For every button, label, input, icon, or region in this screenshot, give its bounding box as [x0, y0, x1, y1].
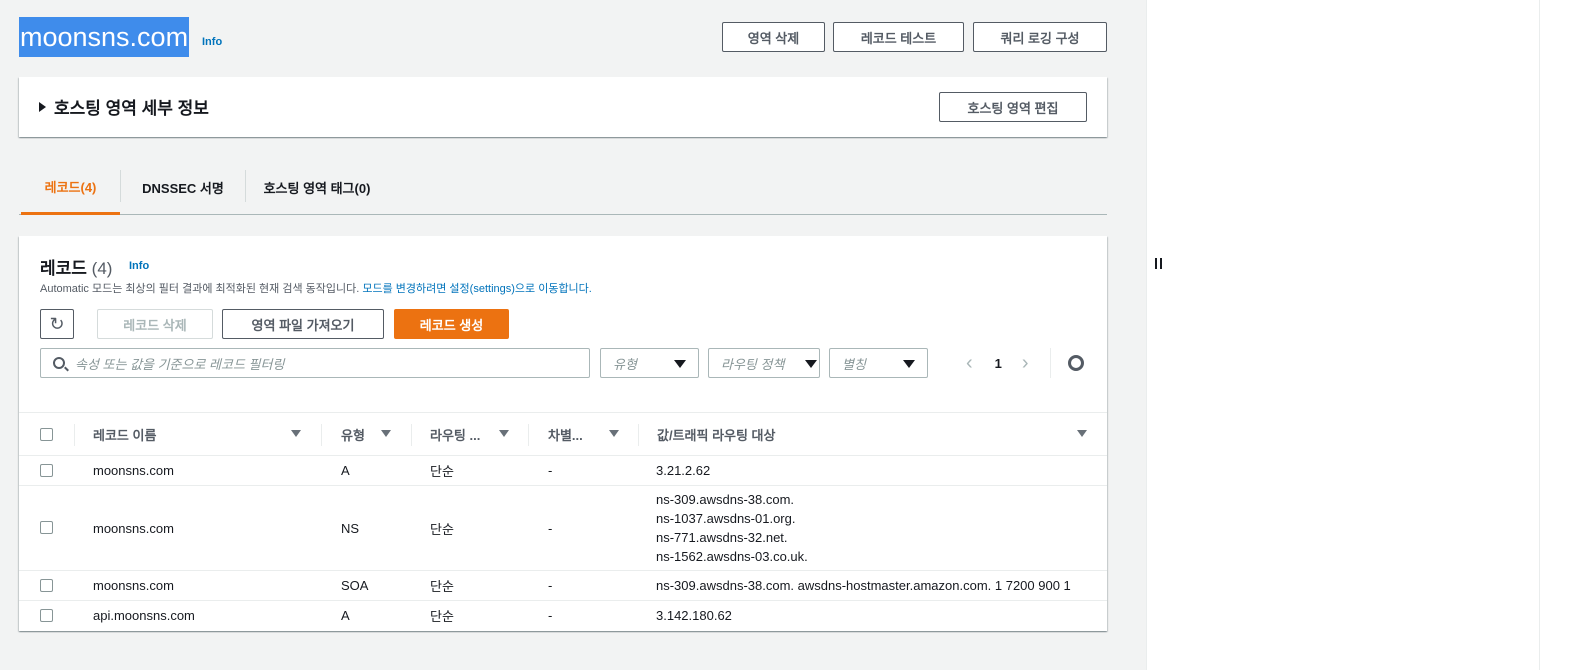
gear-icon: [1068, 355, 1084, 371]
table-row[interactable]: moonsns.com A 단순 - 3.21.2.62: [19, 456, 1107, 486]
record-routing: 단순: [430, 579, 454, 594]
record-type: A: [341, 608, 350, 623]
caret-right-icon: [39, 101, 46, 112]
edit-hosted-zone-button[interactable]: 호스팅 영역 편집: [939, 92, 1087, 122]
column-divider: [411, 424, 412, 446]
record-type: A: [341, 463, 350, 478]
page-title: moonsns.com: [19, 17, 190, 57]
column-header-value[interactable]: 값/트래픽 라우팅 대상: [657, 413, 775, 455]
settings-button[interactable]: [1065, 352, 1087, 374]
pagination: ‹ 1 ›: [966, 348, 1029, 378]
zone-info-link[interactable]: Info: [202, 36, 222, 48]
delete-zone-button[interactable]: 영역 삭제: [722, 22, 825, 52]
search-input[interactable]: 속성 또는 값을 기준으로 레코드 필터링: [40, 348, 590, 378]
row-checkbox[interactable]: [40, 579, 53, 592]
chevron-left-icon[interactable]: ‹: [966, 352, 973, 375]
record-differentiator: -: [548, 578, 553, 593]
test-record-button[interactable]: 레코드 테스트: [833, 22, 964, 52]
sort-icon[interactable]: [609, 430, 619, 437]
table-row[interactable]: api.moonsns.com A 단순 - 3.142.180.62: [19, 601, 1107, 631]
records-description: Automatic 모드는 최상의 필터 결과에 최적화된 현재 검색 동작입니…: [40, 283, 592, 295]
row-checkbox[interactable]: [40, 521, 53, 534]
record-values: ns-309.awsdns-38.com. ns-1037.awsdns-01.…: [656, 492, 808, 564]
select-all-checkbox[interactable]: [40, 428, 53, 441]
panel-divider: [1539, 0, 1540, 670]
column-divider: [528, 424, 529, 446]
record-name: moonsns.com: [93, 520, 174, 536]
table-row[interactable]: moonsns.com NS 단순 - ns-309.awsdns-38.com…: [19, 486, 1107, 571]
tab-dnssec[interactable]: DNSSEC 서명: [121, 160, 245, 214]
hosted-zone-details-panel: 호스팅 영역 세부 정보 호스팅 영역 편집: [19, 77, 1107, 137]
create-record-button[interactable]: 레코드 생성: [394, 309, 509, 339]
record-values: ns-309.awsdns-38.com. awsdns-hostmaster.…: [656, 578, 1071, 593]
sort-icon[interactable]: [381, 430, 391, 437]
record-differentiator: -: [548, 463, 553, 478]
column-divider: [74, 424, 75, 446]
tab-divider: [245, 170, 246, 202]
column-divider: [638, 424, 639, 446]
records-count: (4): [91, 259, 113, 278]
import-zone-file-button[interactable]: 영역 파일 가져오기: [222, 309, 384, 339]
details-title: 호스팅 영역 세부 정보: [54, 99, 209, 118]
toolbar-divider: [1050, 348, 1051, 378]
side-panel: [1146, 0, 1590, 670]
tab-bar: 레코드(4) DNSSEC 서명 호스팅 영역 태그(0): [19, 160, 1107, 215]
table-row[interactable]: moonsns.com SOA 단순 - ns-309.awsdns-38.co…: [19, 571, 1107, 601]
record-name: moonsns.com: [93, 463, 174, 478]
caret-down-icon: [805, 360, 817, 368]
column-header-differentiator[interactable]: 차별...: [548, 413, 583, 455]
caret-down-icon: [903, 360, 915, 368]
tab-records[interactable]: 레코드(4): [21, 160, 120, 215]
sort-icon[interactable]: [499, 430, 509, 437]
type-filter-select[interactable]: 유형: [600, 348, 699, 378]
tab-tags[interactable]: 호스팅 영역 태그(0): [247, 160, 387, 214]
records-title: 레코드 (4): [40, 259, 113, 278]
record-name: api.moonsns.com: [93, 608, 195, 623]
routing-filter-select[interactable]: 라우팅 정책: [708, 348, 820, 378]
search-icon: [53, 357, 65, 369]
row-checkbox[interactable]: [40, 609, 53, 622]
record-differentiator: -: [548, 608, 553, 623]
record-values: 3.21.2.62: [656, 463, 711, 478]
settings-link[interactable]: 모드를 변경하려면 설정(settings)으로 이동합니다.: [362, 283, 592, 295]
record-values: 3.142.180.62: [656, 608, 732, 623]
column-header-type[interactable]: 유형: [341, 413, 365, 455]
refresh-button[interactable]: ↻: [40, 309, 74, 339]
caret-down-icon: [674, 360, 686, 368]
record-differentiator: -: [548, 520, 553, 536]
main-content: moonsns.com Info 영역 삭제 레코드 테스트 쿼리 로깅 구성 …: [0, 0, 1146, 670]
record-type: NS: [341, 520, 360, 536]
table-header: 레코드 이름 유형 라우팅 ... 차별... 값/트래픽 라우팅 대상: [19, 412, 1107, 456]
record-routing: 단순: [430, 521, 454, 537]
column-header-name[interactable]: 레코드 이름: [93, 413, 156, 455]
alias-filter-select[interactable]: 별칭: [829, 348, 928, 378]
query-logging-button[interactable]: 쿼리 로깅 구성: [973, 22, 1107, 52]
row-checkbox[interactable]: [40, 464, 53, 477]
record-routing: 단순: [430, 464, 454, 479]
column-divider: [321, 424, 322, 446]
record-routing: 단순: [430, 609, 454, 624]
pause-icon[interactable]: [1155, 258, 1162, 269]
records-panel: 레코드 (4) Info Automatic 모드는 최상의 필터 결과에 최적…: [19, 236, 1107, 631]
chevron-right-icon[interactable]: ›: [1022, 352, 1029, 375]
records-info-link[interactable]: Info: [129, 260, 149, 272]
sort-icon[interactable]: [1077, 430, 1087, 437]
delete-record-button[interactable]: 레코드 삭제: [97, 309, 213, 339]
details-toggle[interactable]: 호스팅 영역 세부 정보: [39, 94, 209, 119]
column-header-routing[interactable]: 라우팅 ...: [430, 413, 480, 455]
record-name: moonsns.com: [93, 578, 174, 593]
record-type: SOA: [341, 578, 369, 593]
page-number[interactable]: 1: [995, 356, 1002, 371]
refresh-icon: ↻: [49, 313, 65, 334]
sort-icon[interactable]: [291, 430, 301, 437]
